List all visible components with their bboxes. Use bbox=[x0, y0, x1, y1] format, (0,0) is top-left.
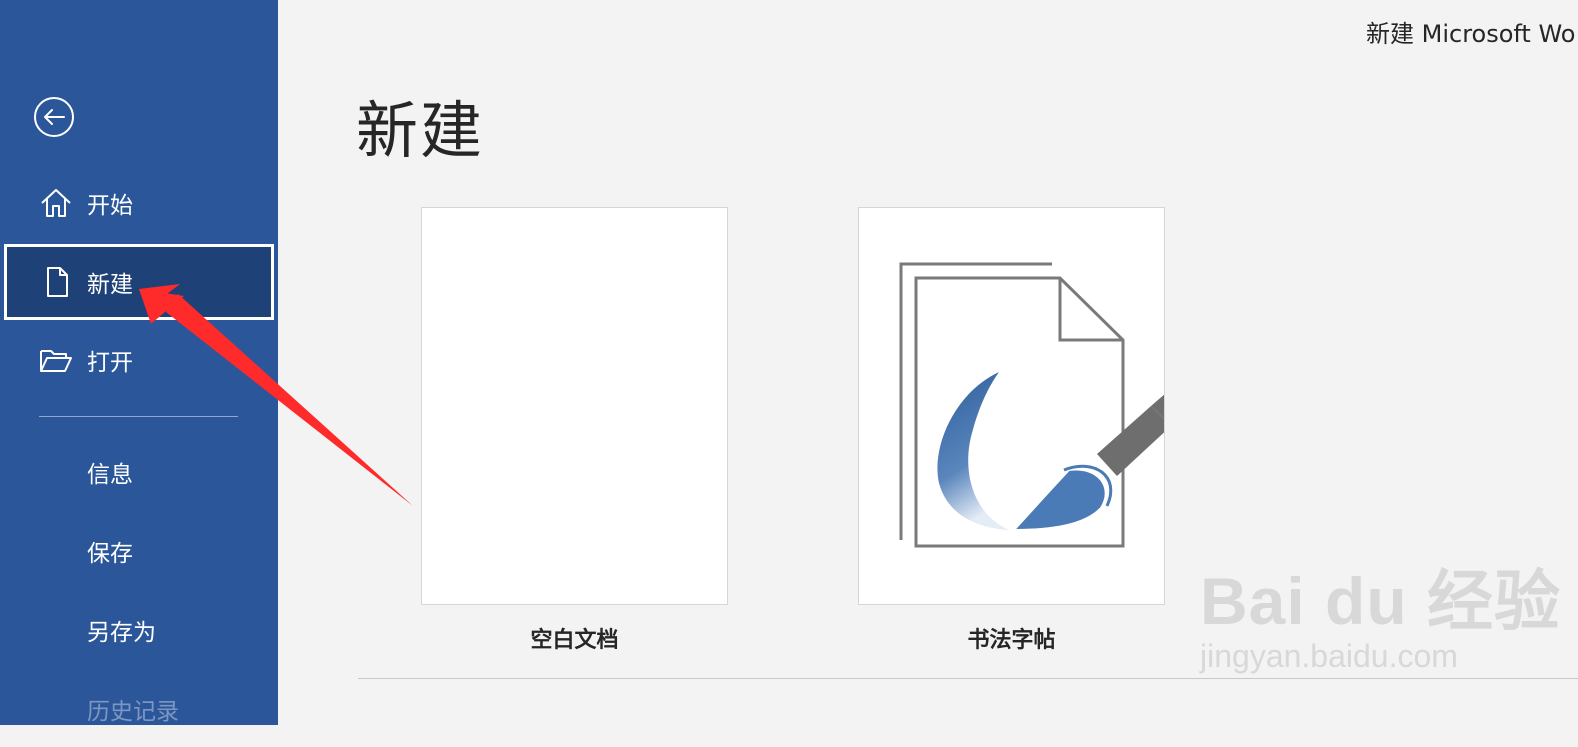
template-label: 书法字帖 bbox=[967, 628, 1056, 653]
nav-item-label: 保存 bbox=[87, 541, 133, 567]
arrow-left-circle-icon bbox=[34, 97, 74, 137]
page-title: 新建 bbox=[356, 94, 485, 167]
template-blank-document[interactable]: 空白文档 bbox=[421, 207, 728, 654]
nav-item-label: 打开 bbox=[87, 350, 133, 376]
home-icon bbox=[41, 189, 71, 217]
nav-item-save-as[interactable]: 另存为 bbox=[4, 592, 274, 668]
watermark: Bai du 经验 jingyan.baidu.com bbox=[1200, 548, 1561, 675]
nav-item-label: 另存为 bbox=[87, 620, 156, 646]
nav-item-open[interactable]: 打开 bbox=[4, 322, 274, 398]
template-thumbnail bbox=[858, 207, 1165, 605]
back-button[interactable] bbox=[33, 96, 75, 138]
template-thumbnail bbox=[421, 207, 728, 605]
document-icon bbox=[47, 267, 68, 297]
backstage-sidebar: 开始 新建 打开 信息 保存 另存为 历史记录 bbox=[0, 0, 278, 725]
nav-item-new[interactable]: 新建 bbox=[4, 244, 274, 320]
template-calligraphy[interactable]: 书法字帖 bbox=[858, 207, 1165, 654]
nav-item-label: 开始 bbox=[87, 193, 133, 219]
nav-item-label: 新建 bbox=[87, 272, 133, 298]
nav-item-home[interactable]: 开始 bbox=[4, 165, 274, 241]
nav-item-save[interactable]: 保存 bbox=[4, 513, 274, 589]
nav-item-history[interactable]: 历史记录 bbox=[4, 671, 274, 747]
folder-open-icon bbox=[40, 350, 72, 372]
nav-item-label: 历史记录 bbox=[87, 699, 179, 725]
calligraphy-brush-icon bbox=[899, 262, 1164, 548]
nav-divider bbox=[39, 416, 238, 417]
nav-item-label: 信息 bbox=[87, 462, 133, 488]
section-divider bbox=[358, 678, 1578, 679]
watermark-url: jingyan.baidu.com bbox=[1200, 638, 1458, 674]
nav-item-info[interactable]: 信息 bbox=[4, 434, 274, 510]
window-title: 新建 Microsoft Wo bbox=[1366, 20, 1576, 48]
template-label: 空白文档 bbox=[530, 628, 619, 653]
watermark-logo: Bai du 经验 bbox=[1200, 564, 1562, 638]
